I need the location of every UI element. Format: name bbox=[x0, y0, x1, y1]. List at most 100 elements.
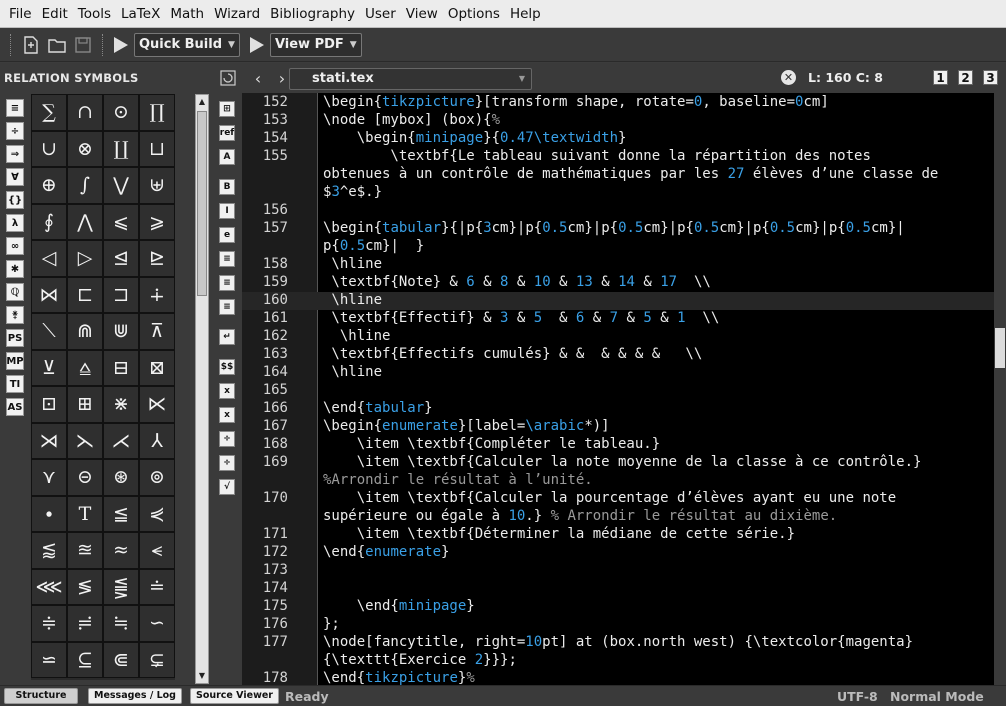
symbol-button[interactable]: ∩ bbox=[67, 94, 103, 131]
symbol-button[interactable]: ≊ bbox=[67, 532, 103, 569]
symbol-button[interactable]: ≈ bbox=[103, 532, 139, 569]
symbol-button[interactable]: ∽ bbox=[139, 605, 175, 642]
back-icon[interactable]: ‹ bbox=[248, 68, 268, 88]
quick-build-run-icon[interactable] bbox=[114, 36, 128, 53]
code-line[interactable]: 166 \end{tabular} bbox=[242, 400, 994, 418]
symbol-button[interactable]: ⋞ bbox=[139, 495, 175, 532]
symbol-button[interactable]: ▷ bbox=[67, 240, 103, 277]
edit-mode-label[interactable]: Normal Mode bbox=[890, 689, 984, 704]
code-line[interactable]: 163 \textbf{Effectifs cumulés} & & & & &… bbox=[242, 346, 994, 364]
source-viewer-tab[interactable]: Source Viewer bbox=[189, 688, 279, 704]
symbol-button[interactable]: ⊏ bbox=[67, 276, 103, 313]
scroll-thumb[interactable] bbox=[197, 111, 207, 296]
symbol-button[interactable]: ∑ bbox=[31, 94, 67, 131]
messages-log-tab[interactable]: Messages / Log bbox=[88, 688, 182, 704]
symbol-button[interactable]: ≐ bbox=[139, 568, 175, 605]
symbol-category-button[interactable]: ∀ bbox=[6, 168, 24, 186]
code-line[interactable]: 167 \begin{enumerate}[label=\arabic*)] bbox=[242, 418, 994, 436]
symbol-category-button[interactable]: ℚ bbox=[6, 283, 24, 301]
view-pdf-select[interactable]: View PDF ▼ bbox=[269, 32, 362, 57]
menu-bibliography[interactable]: Bibliography bbox=[265, 0, 360, 28]
code-line[interactable]: 176}; bbox=[242, 616, 994, 634]
editor-scrollbar[interactable] bbox=[994, 93, 1006, 685]
symbol-button[interactable]: ⊴ bbox=[103, 240, 139, 277]
open-folder-icon[interactable] bbox=[44, 32, 70, 58]
symbol-button[interactable]: ⊵ bbox=[139, 240, 175, 277]
emphasis-icon[interactable]: e bbox=[219, 227, 235, 243]
symbol-button[interactable]: ⪪ bbox=[139, 532, 175, 569]
symbol-button[interactable]: ⩽ bbox=[103, 203, 139, 240]
symbol-category-button[interactable]: AS bbox=[6, 398, 24, 416]
symbol-button[interactable]: ⩠ bbox=[67, 349, 103, 386]
encoding-label[interactable]: UTF-8 bbox=[837, 689, 878, 704]
symbol-button[interactable]: ⋋ bbox=[67, 422, 103, 459]
view-pdf-run-icon[interactable] bbox=[249, 36, 264, 53]
code-line[interactable]: 158 \hline bbox=[242, 256, 994, 274]
symbol-button[interactable]: ⋘ bbox=[31, 568, 67, 605]
symbol-button[interactable]: ⊠ bbox=[139, 349, 175, 386]
menu-options[interactable]: Options bbox=[443, 0, 505, 28]
symbol-button[interactable]: ⩾ bbox=[139, 203, 175, 240]
code-line[interactable]: 173 bbox=[242, 562, 994, 580]
menu-edit[interactable]: Edit bbox=[37, 0, 73, 28]
code-line[interactable]: p{0.5cm}| } bbox=[242, 238, 994, 256]
symbol-button[interactable]: ⊟ bbox=[103, 349, 139, 386]
symbol-button[interactable]: ⊎ bbox=[139, 167, 175, 204]
code-line[interactable]: 168 \item \textbf{Compléter le tableau.} bbox=[242, 436, 994, 454]
scroll-down-icon[interactable]: ▼ bbox=[196, 669, 208, 683]
symbol-category-button[interactable]: PS bbox=[6, 329, 24, 347]
menu-user[interactable]: User bbox=[360, 0, 401, 28]
insert-ref-icon[interactable]: ref bbox=[219, 125, 235, 141]
insert-label-icon[interactable]: ⊞ bbox=[219, 101, 235, 117]
align-left-icon[interactable]: ≡ bbox=[219, 251, 235, 267]
symbol-button[interactable]: ∙ bbox=[31, 495, 67, 532]
symbol-button[interactable]: ⊊ bbox=[139, 641, 175, 678]
dfrac-icon[interactable]: ÷ bbox=[219, 455, 235, 471]
symbol-button[interactable]: ⊛ bbox=[103, 459, 139, 496]
symbol-button[interactable]: ⅄ bbox=[139, 422, 175, 459]
display-math-icon[interactable]: $$ bbox=[219, 359, 235, 375]
symbol-button[interactable]: ⊻ bbox=[31, 349, 67, 386]
symbol-button[interactable]: ⊔ bbox=[139, 130, 175, 167]
symbol-category-button[interactable]: ∞ bbox=[6, 237, 24, 255]
symbol-button[interactable]: ⋁ bbox=[103, 167, 139, 204]
symbol-button[interactable]: ⋓ bbox=[103, 313, 139, 350]
quick-build-select[interactable]: Quick Build ▼ bbox=[134, 32, 240, 57]
symbol-button[interactable]: ⋌ bbox=[103, 422, 139, 459]
symbol-button[interactable]: ⊚ bbox=[139, 459, 175, 496]
code-line[interactable]: supérieure ou égale à 10.} % Arrondir le… bbox=[242, 508, 994, 526]
bold-icon[interactable]: B bbox=[219, 179, 235, 195]
symbol-button[interactable]: ⊞ bbox=[67, 386, 103, 423]
symbol-button[interactable]: ⊕ bbox=[31, 167, 67, 204]
refresh-structure-icon[interactable] bbox=[218, 68, 238, 88]
symbol-button[interactable]: ∏ bbox=[139, 94, 175, 131]
menu-latex[interactable]: LaTeX bbox=[116, 0, 165, 28]
code-line[interactable]: 175 \end{minipage} bbox=[242, 598, 994, 616]
code-line[interactable]: 157 \begin{tabular}{|p{3cm}|p{0.5cm}|p{0.… bbox=[242, 220, 994, 238]
code-line[interactable]: 155 \textbf{Le tableau suivant donne la … bbox=[242, 148, 994, 166]
symbol-button[interactable]: ⪋ bbox=[103, 568, 139, 605]
code-line[interactable]: 156 bbox=[242, 202, 994, 220]
symbol-button[interactable]: T bbox=[67, 495, 103, 532]
menu-view[interactable]: View bbox=[401, 0, 443, 28]
menu-wizard[interactable]: Wizard bbox=[209, 0, 265, 28]
symbol-button[interactable]: ⊡ bbox=[31, 386, 67, 423]
code-line[interactable]: 172 \end{enumerate} bbox=[242, 544, 994, 562]
symbol-button[interactable]: ⋇ bbox=[103, 386, 139, 423]
symbol-category-button[interactable]: ÷ bbox=[6, 122, 24, 140]
symbol-button[interactable]: ⋊ bbox=[31, 422, 67, 459]
symbol-button[interactable]: ⊙ bbox=[103, 94, 139, 131]
code-line[interactable]: 152 \begin{tikzpicture}[transform shape, … bbox=[242, 94, 994, 112]
symbol-button[interactable]: ⋎ bbox=[31, 459, 67, 496]
structure-tab[interactable]: Structure bbox=[4, 688, 78, 704]
symbol-button[interactable]: ⟍ bbox=[31, 313, 67, 350]
view-3-button[interactable]: 3 bbox=[983, 70, 998, 85]
new-file-icon[interactable] bbox=[18, 32, 44, 58]
symbol-button[interactable]: ◁ bbox=[31, 240, 67, 277]
symbol-button[interactable]: ∔ bbox=[139, 276, 175, 313]
document-tab-select[interactable]: stati.tex ▼ bbox=[289, 68, 532, 90]
fraction-icon[interactable]: ÷ bbox=[219, 431, 235, 447]
scroll-up-icon[interactable]: ▲ bbox=[196, 95, 208, 109]
symbol-button[interactable]: ⋀ bbox=[67, 203, 103, 240]
code-line[interactable]: 162 \hline bbox=[242, 328, 994, 346]
